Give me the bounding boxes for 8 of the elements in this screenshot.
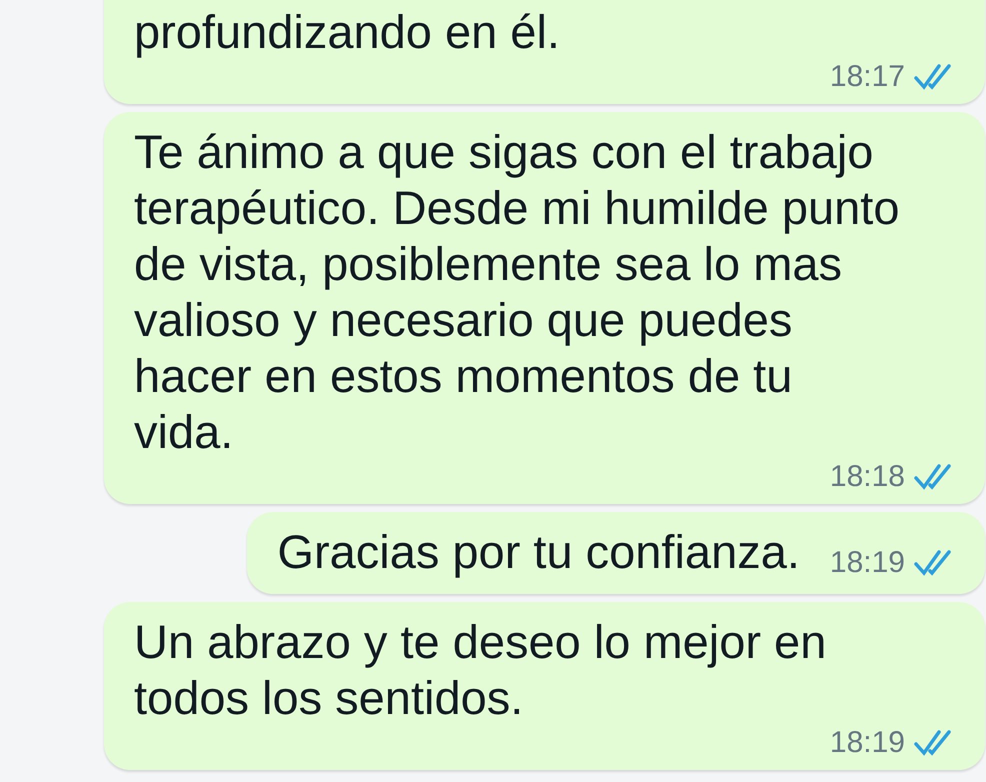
- message-text: Un abrazo y te deseo lo mejor en todos los sentidos.: [134, 614, 826, 726]
- message-time: 18:19: [830, 726, 905, 760]
- message-time: 18:18: [830, 460, 905, 494]
- message-text: Te ánimo a que sigas con el trabajo terapéutico. Desde mi humilde punto de vista, posiblemente sea lo mas valioso y necesario que puedes hacer en estos momentos de tu vida.: [134, 124, 900, 460]
- message-text: Gracias por tu confianza.: [277, 524, 800, 580]
- message-time: 18:17: [830, 60, 905, 94]
- message-text: profundizando en él.: [134, 4, 560, 60]
- message-time: 18:19: [830, 546, 905, 580]
